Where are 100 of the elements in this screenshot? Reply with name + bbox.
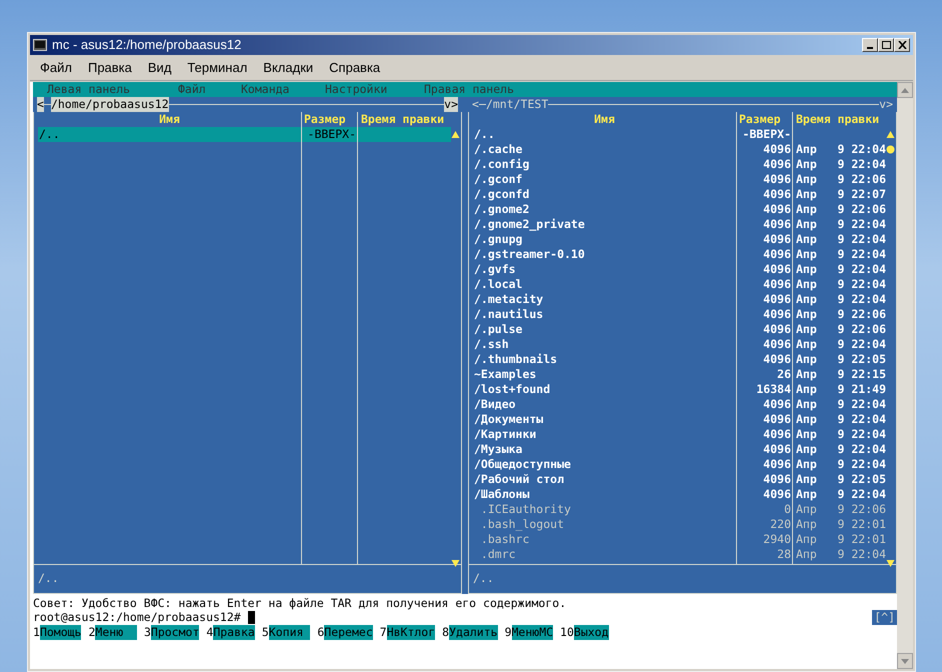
function-key-number: 4 [206, 625, 214, 640]
file-time: Апр 9 22:04 [795, 547, 886, 562]
function-key-number: 3 [144, 625, 151, 640]
file-size: 4096 [762, 157, 792, 172]
panel-back-button[interactable]: < [472, 97, 479, 112]
column-header[interactable]: Имя [473, 112, 736, 127]
file-size: 4096 [762, 277, 792, 292]
panel-history-button[interactable]: v> [879, 97, 893, 112]
file-name[interactable]: /.gvfs [473, 262, 736, 277]
file-size: 4096 [762, 352, 792, 367]
file-name[interactable]: .bashrc [473, 532, 736, 547]
file-size: -ВВЕРХ- [742, 127, 792, 142]
menu-item[interactable]: Терминал [180, 58, 254, 78]
file-name[interactable]: /.gconfd [473, 187, 736, 202]
scroll-down-icon[interactable] [886, 560, 895, 568]
mc-menu-item[interactable]: Настройки [325, 82, 424, 97]
file-name[interactable]: .dmrc [473, 547, 736, 562]
file-name[interactable]: /.gnome2_private [473, 217, 736, 232]
menu-item[interactable]: Вид [140, 58, 178, 78]
column-header[interactable]: Размер [302, 112, 357, 127]
function-key[interactable]: Перемес [324, 625, 373, 640]
function-key[interactable]: Выход [574, 625, 609, 640]
maximize-button[interactable] [878, 38, 894, 52]
file-time: Апр 9 22:04 [795, 262, 886, 277]
file-name[interactable]: /.cache [473, 142, 736, 157]
file-name[interactable]: /Картинки [473, 427, 736, 442]
scroll-up-icon[interactable] [451, 130, 460, 139]
file-name[interactable]: /.. [38, 127, 301, 142]
mc-menu-item[interactable]: Файл [178, 82, 241, 97]
file-time: Апр 9 22:04 [795, 412, 886, 427]
file-name[interactable]: /.ssh [473, 337, 736, 352]
close-button[interactable] [894, 38, 910, 52]
function-key-number: 10 [560, 625, 574, 640]
function-key[interactable]: Просмот [150, 625, 200, 640]
file-size: 4096 [762, 397, 792, 412]
column-header[interactable]: Время правки [793, 112, 886, 127]
file-time: Апр 9 22:06 [795, 307, 886, 322]
menu-item[interactable]: Файл [33, 58, 79, 78]
file-size: 4096 [762, 202, 792, 217]
mc-menu-item[interactable]: Левая панель [47, 82, 178, 97]
scroll-thumb-icon[interactable] [886, 145, 895, 154]
file-size: 28 [776, 547, 792, 562]
file-name[interactable]: /Общедоступные [473, 457, 736, 472]
file-name[interactable]: /Шаблоны [473, 487, 736, 502]
file-name[interactable]: /Рабочий стол [473, 472, 736, 487]
file-time: Апр 9 22:04 [795, 427, 886, 442]
file-size: 4096 [762, 487, 792, 502]
function-key[interactable]: МенюMC [512, 625, 554, 640]
mc-menu-item[interactable]: Правая панель [424, 82, 523, 97]
file-time: Апр 9 22:05 [795, 472, 886, 487]
file-name[interactable]: /.gnome2 [473, 202, 736, 217]
file-time: Апр 9 22:07 [795, 187, 886, 202]
shell-prompt: root@asus12:/home/probaasus12# [33, 610, 242, 625]
file-name[interactable]: /Документы [473, 412, 736, 427]
file-size: 4096 [762, 292, 792, 307]
scroll-down-icon[interactable] [451, 560, 460, 568]
file-size: 4096 [762, 442, 792, 457]
window-title: mc - asus12:/home/probaasus12 [52, 36, 242, 54]
file-name[interactable]: /.pulse [473, 322, 736, 337]
menu-item[interactable]: Правка [80, 58, 139, 78]
file-time: Апр 9 22:04 [795, 157, 886, 172]
file-time: Апр 9 22:04 [795, 142, 886, 157]
file-name[interactable]: /.config [473, 157, 736, 172]
function-key[interactable]: Копия [268, 625, 310, 640]
panel-back-button[interactable]: < [37, 97, 44, 112]
mc-menu-item[interactable]: Команда [241, 82, 325, 97]
file-size: 4096 [762, 307, 792, 322]
menu-item[interactable]: Справка [322, 58, 388, 78]
minimize-button[interactable] [862, 38, 878, 52]
file-name[interactable]: /.. [473, 127, 736, 142]
column-header[interactable]: Имя [38, 112, 301, 127]
column-header[interactable]: Время правки [358, 112, 451, 127]
file-name[interactable]: .ICEauthority [473, 502, 736, 517]
file-name[interactable]: /Музыка [473, 442, 736, 457]
file-name[interactable]: .bash_logout [473, 517, 736, 532]
file-name[interactable]: /lost+found [473, 382, 736, 397]
scroll-up-icon[interactable] [886, 130, 895, 139]
file-name[interactable]: /.nautilus [473, 307, 736, 322]
file-name[interactable]: /.gstreamer-0.10 [473, 247, 736, 262]
scroll-button[interactable]: [^] [872, 610, 897, 625]
file-name[interactable]: /.gconf [473, 172, 736, 187]
file-name[interactable]: /.gnupg [473, 232, 736, 247]
file-size: 4096 [762, 412, 792, 427]
function-key[interactable]: Помощь [40, 625, 82, 640]
function-key[interactable]: Правка [213, 625, 255, 640]
file-name[interactable]: /.metacity [473, 292, 736, 307]
file-name[interactable]: /.thumbnails [473, 352, 736, 367]
function-key[interactable]: Удалить [449, 625, 498, 640]
file-name[interactable]: /Видео [473, 397, 736, 412]
file-size: 4096 [762, 247, 792, 262]
file-size: 4096 [762, 427, 792, 442]
file-name[interactable]: ~Examples [473, 367, 736, 382]
menu-item[interactable]: Вкладки [256, 58, 320, 78]
panel-history-button[interactable]: v> [444, 97, 458, 112]
function-key[interactable]: НвКтлог [386, 625, 436, 640]
cursor [248, 611, 255, 624]
function-key[interactable]: Меню [95, 625, 137, 640]
file-time: Апр 9 22:05 [795, 352, 886, 367]
file-name[interactable]: /.local [473, 277, 736, 292]
column-header[interactable]: Размер [737, 112, 792, 127]
